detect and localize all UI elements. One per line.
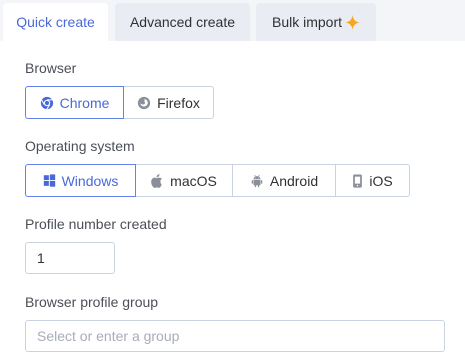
option-label: iOS [369, 172, 393, 189]
create-tabs: Quick create Advanced create Bulk import [0, 0, 465, 41]
option-label: Chrome [59, 94, 110, 111]
os-option-android[interactable]: Android [232, 164, 336, 197]
tab-label: Bulk import [271, 14, 343, 30]
option-label: Windows [61, 172, 119, 189]
os-option-ios[interactable]: iOS [335, 164, 410, 197]
group-label: Browser profile group [25, 294, 159, 310]
browser-option-chrome[interactable]: Chrome [25, 86, 124, 119]
firefox-icon [137, 96, 151, 110]
tab-label: Advanced create [129, 14, 236, 30]
tab-quick-create[interactable]: Quick create [3, 3, 108, 41]
tab-advanced-create[interactable]: Advanced create [115, 3, 250, 41]
android-icon [250, 174, 264, 188]
option-label: Android [269, 172, 319, 189]
apple-icon [151, 173, 164, 188]
browser-selector: Chrome Firefox [25, 86, 214, 119]
ios-device-icon [352, 173, 363, 188]
chrome-icon [40, 96, 54, 110]
tab-label: Quick create [16, 14, 95, 30]
os-option-macos[interactable]: macOS [135, 164, 233, 197]
profile-number-label: Profile number created [25, 216, 167, 232]
group-select-input[interactable] [25, 320, 445, 352]
os-selector: Windows macOS Android iOS [25, 164, 410, 197]
option-label: Firefox [157, 94, 200, 111]
browser-option-firefox[interactable]: Firefox [123, 86, 214, 119]
os-label: Operating system [25, 138, 135, 154]
windows-icon [43, 174, 56, 187]
profile-number-input[interactable] [25, 242, 115, 274]
os-option-windows[interactable]: Windows [25, 164, 136, 197]
tab-bulk-import[interactable]: Bulk import [256, 3, 376, 41]
browser-label: Browser [25, 60, 77, 76]
option-label: macOS [170, 172, 217, 189]
sparkle-icon [345, 14, 361, 30]
